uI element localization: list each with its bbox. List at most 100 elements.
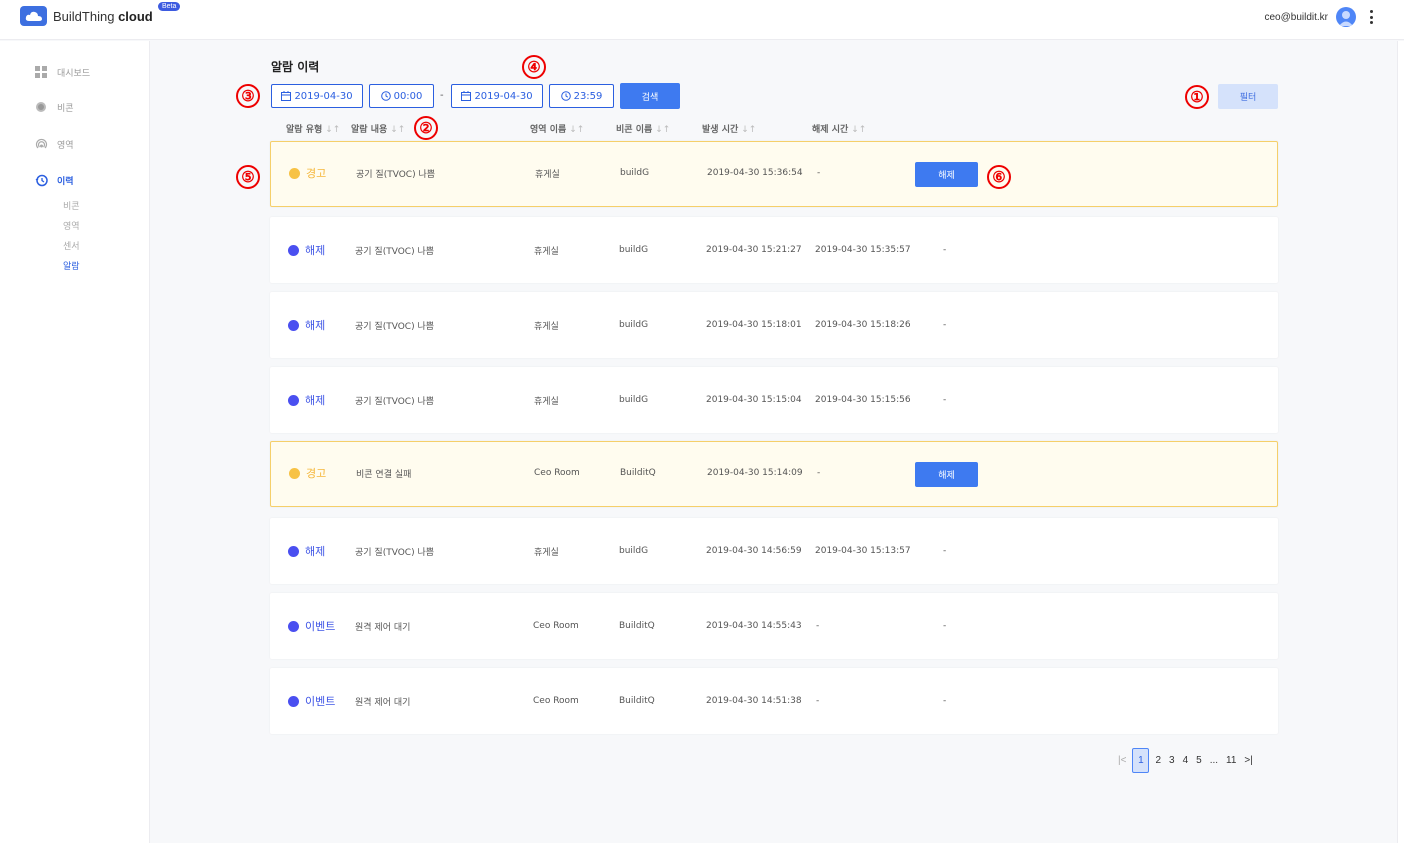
user-email: ceo@buildit.kr <box>1264 11 1328 23</box>
column-header-released-time[interactable]: 해제 시간 ↓↑ <box>812 122 866 135</box>
alarm-type-cell: 해제 <box>288 217 325 283</box>
released-time-text: - <box>817 168 821 178</box>
alarm-type-cell: 이벤트 <box>288 668 335 734</box>
area-name: Ceo Room <box>534 441 580 505</box>
start-date-picker[interactable]: 2019-04-30 <box>271 84 363 108</box>
beacon-name-text: buildG <box>619 395 649 405</box>
alarm-content-text: 비콘 연결 실패 <box>356 469 412 480</box>
column-header-alarm-content[interactable]: 알람 내용 ↓↑ <box>351 122 405 135</box>
alarm-content: 비콘 연결 실패 <box>356 441 411 505</box>
sidebar-item-history[interactable]: 이력 <box>34 173 74 187</box>
dashboard-grid-icon <box>34 65 48 79</box>
occurred-time-text: 2019-04-30 14:55:43 <box>706 621 802 631</box>
extra-value: - <box>943 518 946 584</box>
user-menu[interactable]: ceo@buildit.kr <box>1264 7 1374 27</box>
column-header-beacon-name[interactable]: 비콘 이름 ↓↑ <box>616 122 670 135</box>
status-dot-icon <box>289 467 300 479</box>
column-header-area-name[interactable]: 영역 이름 ↓↑ <box>530 122 584 135</box>
release-button[interactable]: 해제 <box>915 462 978 487</box>
clock-icon <box>560 91 571 101</box>
sidebar-item-label: 이력 <box>57 176 74 187</box>
end-time-picker[interactable]: 23:59 <box>549 84 614 108</box>
table-row[interactable]: 경고 비콘 연결 실패 Ceo Room BuilditQ 2019-04-30 15:… <box>270 441 1278 507</box>
start-time-picker[interactable]: 00:00 <box>369 84 434 108</box>
alarm-content-text: 공기 질(TVOC) 나쁨 <box>355 246 435 257</box>
table-row[interactable]: 이벤트 원격 제어 대기 Ceo Room BuilditQ 2019-04-30 14… <box>270 668 1278 734</box>
table-row[interactable]: 해제 공기 질(TVOC) 나쁨 휴게실 buildG 2019-04-30 15:15… <box>270 367 1278 433</box>
table-row[interactable]: 이벤트 원격 제어 대기 Ceo Room BuilditQ 2019-04-30 14… <box>270 593 1278 659</box>
sort-icon[interactable]: ↓↑ <box>655 125 670 135</box>
filter-button[interactable]: 필터 <box>1218 84 1278 109</box>
table-row[interactable]: 해제 공기 질(TVOC) 나쁨 휴게실 buildG 2019-04-30 14:56… <box>270 518 1278 584</box>
brand-logo[interactable]: BuildThing cloud Beta <box>20 2 181 26</box>
occurred-time-text: 2019-04-30 14:56:59 <box>706 546 802 556</box>
occurred-time-text: 2019-04-30 15:14:09 <box>707 468 803 478</box>
beacon-name: buildG <box>619 217 648 283</box>
annotation-marker-3: ③ <box>236 84 260 108</box>
sort-icon[interactable]: ↓↑ <box>569 125 584 135</box>
extra-value: - <box>943 217 946 283</box>
extra-value-text: - <box>943 546 947 556</box>
search-button[interactable]: 검색 <box>620 83 680 109</box>
area-name-text: Ceo Room <box>533 621 579 631</box>
column-header-alarm-type[interactable]: 알람 유형 ↓↑ <box>286 122 340 135</box>
page-2[interactable]: 2 <box>1155 755 1161 766</box>
extra-value-text: - <box>943 696 947 706</box>
beacon-name-text: BuilditQ <box>620 468 656 478</box>
range-separator: - <box>440 90 444 101</box>
sidebar-item-area[interactable]: 영역 <box>34 137 74 151</box>
status-dot-icon <box>288 545 299 557</box>
table-row[interactable]: 해제 공기 질(TVOC) 나쁨 휴게실 buildG 2019-04-30 15:18… <box>270 292 1278 358</box>
alarm-type-cell: 해제 <box>288 292 325 358</box>
page-3[interactable]: 3 <box>1169 755 1175 766</box>
sidebar-item-beacon[interactable]: 비콘 <box>34 100 74 114</box>
page-4[interactable]: 4 <box>1183 755 1189 766</box>
alarm-type-cell: 경고 <box>289 441 326 505</box>
sidebar-subitem-area[interactable]: 영역 <box>63 219 80 232</box>
occurred-time-text: 2019-04-30 15:21:27 <box>706 245 802 255</box>
start-date-value: 2019-04-30 <box>294 90 353 102</box>
beacon-name: buildG <box>619 292 648 358</box>
released-time: - <box>816 668 819 734</box>
area-name-text: 휴게실 <box>534 396 559 407</box>
released-time: 2019-04-30 15:15:56 <box>815 367 911 433</box>
beacon-name: BuilditQ <box>620 441 656 505</box>
last-page-icon[interactable]: >| <box>1244 755 1252 766</box>
page-5[interactable]: 5 <box>1196 755 1202 766</box>
alarm-type-label: 이벤트 <box>305 620 336 633</box>
sort-icon[interactable]: ↓↑ <box>741 125 756 135</box>
released-time: 2019-04-30 15:35:57 <box>815 217 911 283</box>
area-name-text: 휴게실 <box>534 321 559 332</box>
release-button[interactable]: 해제 <box>915 162 978 187</box>
sidebar-item-label: 영역 <box>57 140 74 151</box>
column-header-occurred-time[interactable]: 발생 시간 ↓↑ <box>702 122 756 135</box>
sort-icon[interactable]: ↓↑ <box>325 125 340 135</box>
sidebar-subitem-alarm[interactable]: 알람 <box>63 259 80 272</box>
alarm-type-cell: 해제 <box>288 518 325 584</box>
occurred-time: 2019-04-30 15:18:01 <box>706 292 802 358</box>
user-avatar-icon[interactable] <box>1336 7 1356 27</box>
sidebar-item-dashboard[interactable]: 대시보드 <box>34 65 90 79</box>
first-page-icon[interactable]: |< <box>1118 755 1126 766</box>
brand-name: BuildThing cloud <box>53 8 153 24</box>
calendar-icon <box>281 91 292 101</box>
sidebar-subitem-beacon[interactable]: 비콘 <box>63 199 80 212</box>
sort-icon[interactable]: ↓↑ <box>390 125 405 135</box>
page-1[interactable]: 1 <box>1132 748 1150 773</box>
page-title: 알람 이력 <box>271 60 320 74</box>
beacon-name: BuilditQ <box>619 668 655 734</box>
released-time: - <box>817 141 820 205</box>
table-row[interactable]: 경고 공기 질(TVOC) 나쁨 휴게실 buildG 2019-04-30 15:36… <box>270 141 1278 207</box>
table-row[interactable]: 해제 공기 질(TVOC) 나쁨 휴게실 buildG 2019-04-30 15:21… <box>270 217 1278 283</box>
more-options-icon[interactable] <box>1370 10 1374 24</box>
alarm-content-text: 공기 질(TVOC) 나쁨 <box>356 169 436 180</box>
page-11[interactable]: 11 <box>1226 755 1236 766</box>
occurred-time: 2019-04-30 15:14:09 <box>707 441 803 505</box>
sidebar-subitem-sensor[interactable]: 센서 <box>63 239 80 252</box>
sort-icon[interactable]: ↓↑ <box>851 125 866 135</box>
extra-value: - <box>943 593 946 659</box>
alarm-content: 공기 질(TVOC) 나쁨 <box>355 367 434 433</box>
alarm-type-label: 경고 <box>306 467 327 480</box>
end-date-picker[interactable]: 2019-04-30 <box>451 84 543 108</box>
occurred-time-text: 2019-04-30 14:51:38 <box>706 696 802 706</box>
